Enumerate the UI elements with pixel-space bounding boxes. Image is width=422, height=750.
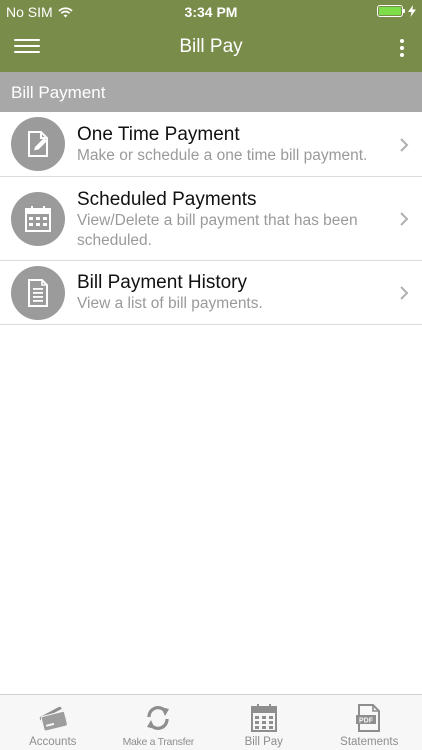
- item-title: One Time Payment: [77, 124, 240, 145]
- battery-indicator: [377, 5, 416, 17]
- battery-icon: [377, 5, 405, 17]
- svg-text:PDF: PDF: [359, 718, 374, 725]
- item-title: Bill Payment History: [77, 272, 247, 293]
- charging-bolt-icon: [408, 5, 416, 17]
- item-description: View a list of bill payments.: [77, 295, 263, 312]
- status-time: 3:34 PM: [184, 4, 238, 20]
- nav-bar: Bill Pay: [0, 24, 422, 72]
- item-description: Make or schedule a one time bill payment…: [77, 147, 368, 164]
- calendar-icon: [250, 704, 277, 732]
- tab-label: Make a Transfer: [122, 736, 195, 748]
- document-list-icon: [11, 266, 65, 320]
- cards-icon: [39, 706, 68, 732]
- tab-statements[interactable]: PDF Statements: [317, 695, 422, 750]
- tab-label: Statements: [340, 736, 399, 748]
- tab-make-a-transfer[interactable]: Make a Transfer: [106, 695, 212, 750]
- calendar-icon: [11, 192, 65, 246]
- list-item-bill-payment-history[interactable]: Bill Payment History View a list of bill…: [0, 261, 422, 325]
- edit-document-icon: [11, 117, 65, 171]
- section-header: Bill Payment: [0, 72, 422, 112]
- tab-label: Accounts: [29, 736, 77, 748]
- pdf-icon: PDF: [356, 704, 381, 732]
- chevron-right-icon: [400, 138, 409, 152]
- tab-accounts[interactable]: Accounts: [0, 695, 106, 750]
- chevron-right-icon: [400, 212, 409, 226]
- item-description: View/Delete a bill payment that has been…: [77, 212, 358, 249]
- more-options-icon[interactable]: [392, 36, 412, 60]
- list-item-scheduled-payments[interactable]: Scheduled Payments View/Delete a bill pa…: [0, 177, 422, 261]
- bill-pay-menu-list: One Time Payment Make or schedule a one …: [0, 112, 422, 325]
- page-title: Bill Pay: [179, 36, 243, 57]
- status-bar: No SIM 3:34 PM: [0, 0, 422, 24]
- tab-label: Bill Pay: [244, 736, 283, 748]
- chevron-right-icon: [400, 286, 409, 300]
- transfer-arrows-icon: [147, 706, 170, 730]
- tab-bill-pay[interactable]: Bill Pay: [211, 695, 317, 750]
- tab-bar: Accounts Make a Transfer Bill Pay PDF St…: [0, 694, 422, 750]
- list-item-one-time-payment[interactable]: One Time Payment Make or schedule a one …: [0, 112, 422, 177]
- item-title: Scheduled Payments: [77, 189, 257, 210]
